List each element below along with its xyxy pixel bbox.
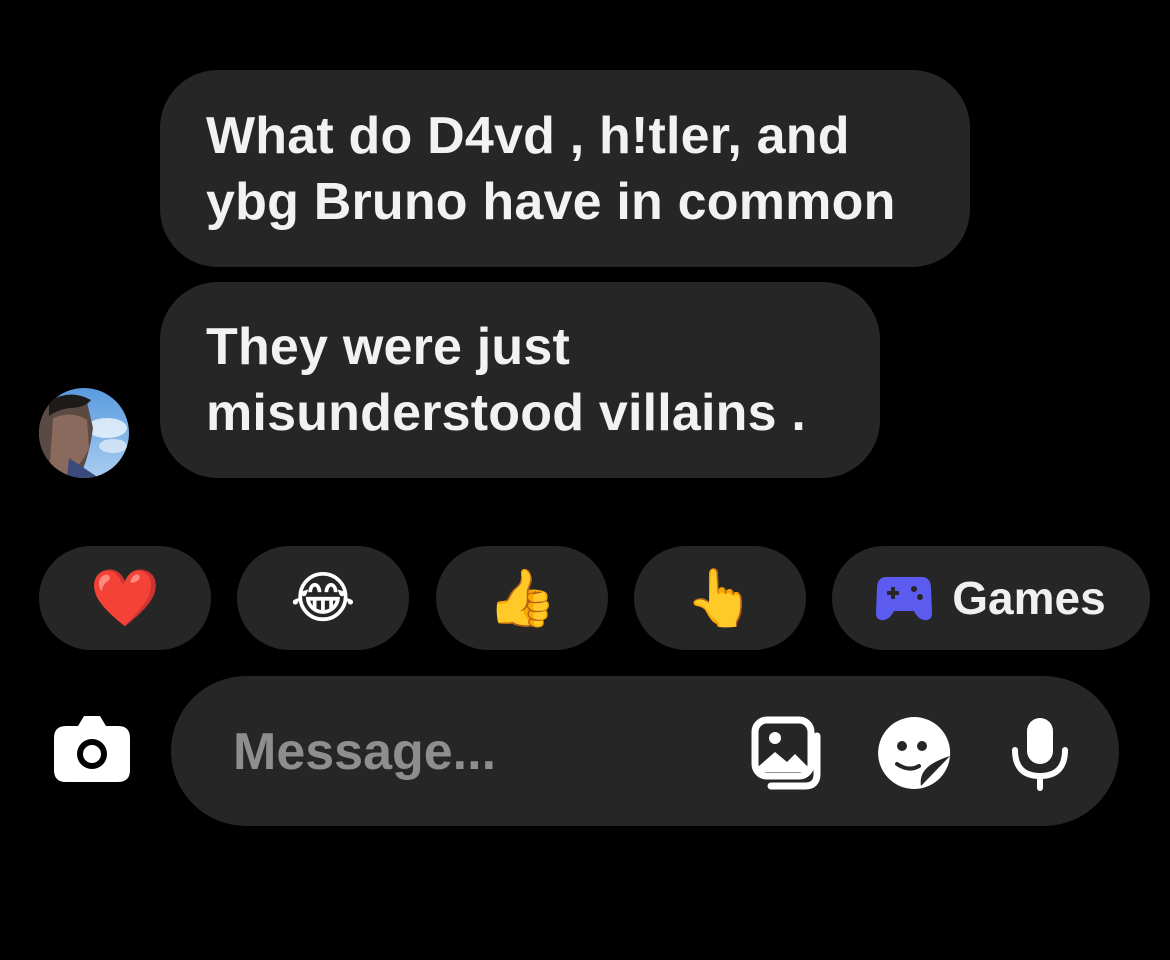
pointing-hand-icon: 👆 bbox=[685, 566, 755, 629]
quick-reaction-thumbs-up-button[interactable]: 👍 bbox=[436, 546, 608, 650]
message-bubble-incoming[interactable]: What do D4vd , h!tler, and ybg Bruno hav… bbox=[160, 70, 970, 267]
game-controller-icon bbox=[876, 577, 933, 621]
message-bubble-incoming[interactable]: They were just misunderstood villains . bbox=[160, 282, 880, 478]
heart-icon: ❤️ bbox=[90, 566, 160, 629]
quick-reaction-laugh-button[interactable]: 😂 bbox=[237, 546, 409, 650]
camera-button[interactable] bbox=[52, 714, 132, 784]
quick-reaction-heart-button[interactable]: ❤️ bbox=[39, 546, 211, 650]
sticker-icon bbox=[878, 716, 951, 789]
message-text: They were just misunderstood villains . bbox=[206, 318, 807, 442]
microphone-button[interactable] bbox=[1001, 714, 1079, 792]
microphone-icon bbox=[1012, 718, 1068, 791]
games-button[interactable]: Games bbox=[832, 546, 1150, 650]
message-composer bbox=[171, 676, 1119, 826]
thumbs-up-icon: 👍 bbox=[487, 566, 557, 629]
message-text: What do D4vd , h!tler, and ybg Bruno hav… bbox=[206, 106, 896, 231]
avatar-image bbox=[39, 388, 129, 478]
quick-reaction-pointing-button[interactable]: 👆 bbox=[634, 546, 806, 650]
camera-icon bbox=[54, 716, 130, 782]
sticker-button[interactable] bbox=[875, 714, 953, 792]
avatar[interactable] bbox=[39, 388, 129, 478]
gallery-icon bbox=[751, 716, 821, 790]
message-input[interactable] bbox=[231, 714, 715, 790]
gallery-button[interactable] bbox=[749, 714, 827, 792]
tears-of-joy-icon: 😂 bbox=[290, 566, 356, 629]
games-label: Games bbox=[952, 572, 1106, 624]
